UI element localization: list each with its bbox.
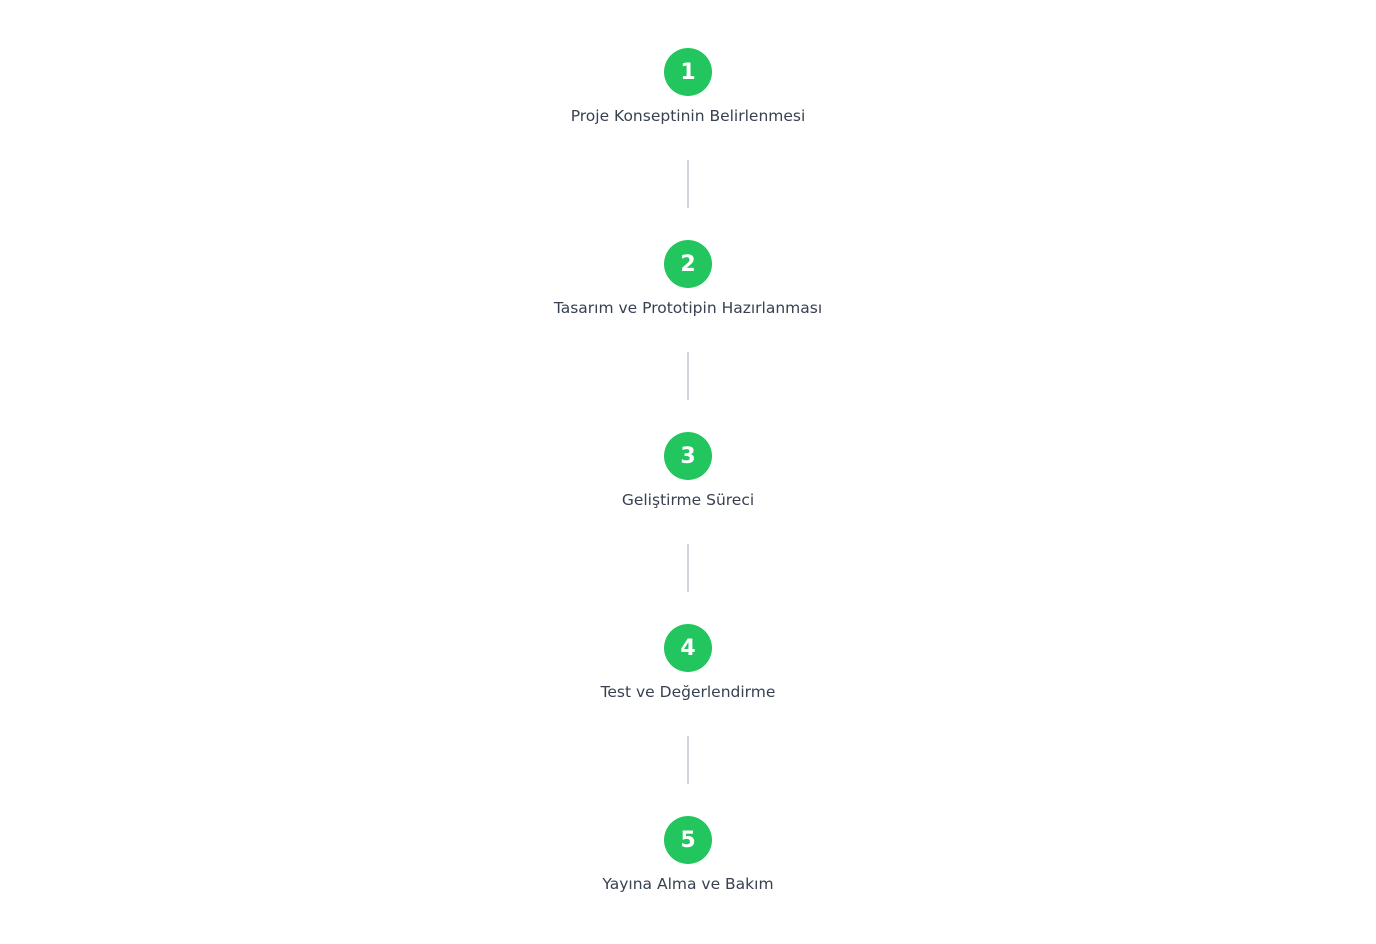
step-label: Test ve Değerlendirme bbox=[600, 683, 776, 701]
step-number-badge: 1 bbox=[664, 48, 712, 96]
step-connector bbox=[686, 736, 689, 784]
step-number-badge: 2 bbox=[663, 240, 712, 288]
step-connector bbox=[687, 544, 689, 592]
step-label: Yayına Alma ve Bakım bbox=[602, 875, 774, 893]
step-3: 3 Geliştirme Süreci bbox=[622, 432, 754, 624]
step-5: 5 Yayına Alma ve Bakım bbox=[602, 816, 774, 894]
step-1: 1 Proje Konseptinin Belirlenmesi bbox=[570, 48, 806, 240]
process-stepper: 1 Proje Konseptinin Belirlenmesi 2 Tasar… bbox=[0, 0, 1376, 894]
step-label: Proje Konseptinin Belirlenmesi bbox=[570, 107, 806, 125]
step-label: Tasarım ve Prototipin Hazırlanması bbox=[553, 299, 823, 317]
step-number-badge: 5 bbox=[664, 816, 712, 864]
step-number-badge: 4 bbox=[663, 624, 712, 672]
step-label: Geliştirme Süreci bbox=[621, 491, 755, 509]
step-number-badge: 3 bbox=[664, 432, 712, 480]
step-4: 4 Test ve Değerlendirme bbox=[600, 624, 776, 816]
step-2: 2 Tasarım ve Prototipin Hazırlanması bbox=[554, 240, 822, 432]
step-connector bbox=[687, 160, 689, 208]
step-connector bbox=[686, 352, 689, 400]
